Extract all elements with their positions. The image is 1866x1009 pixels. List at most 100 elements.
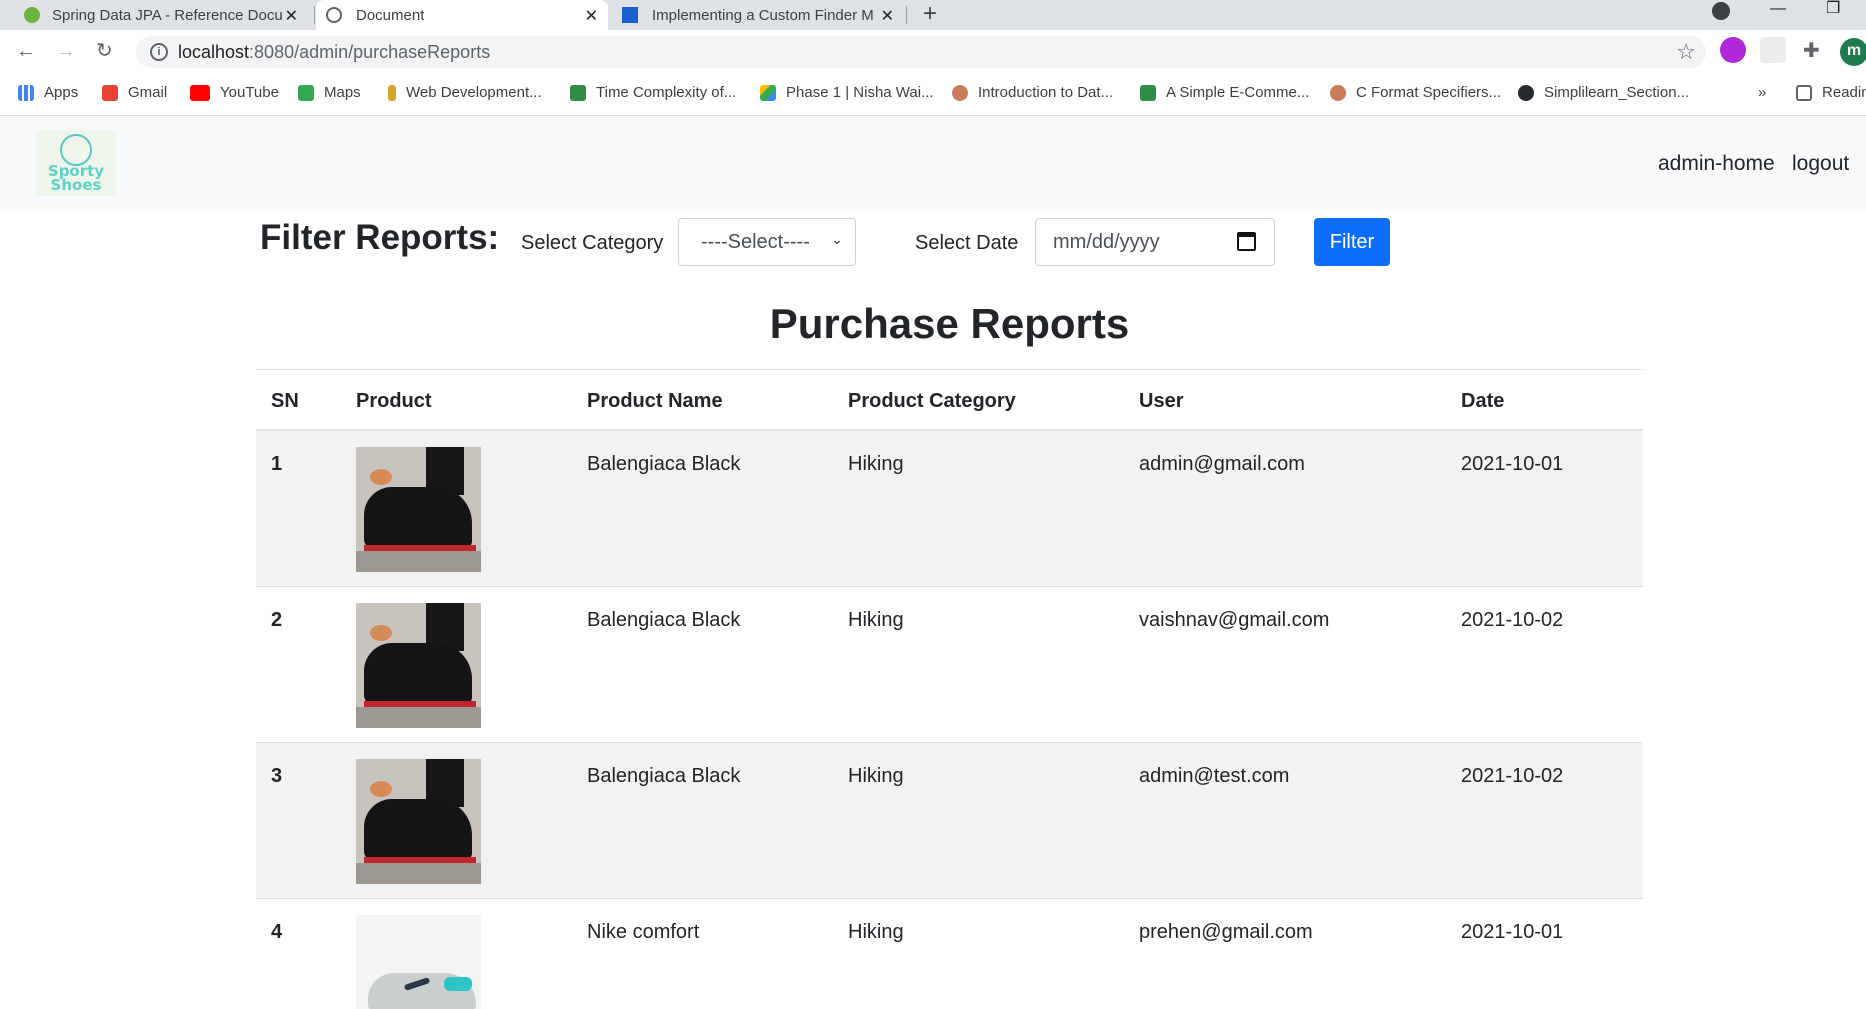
youtube-icon: [190, 84, 210, 101]
bookmark-label: Web Development...: [406, 84, 542, 101]
bookmark-star-icon[interactable]: ☆: [1676, 39, 1696, 65]
date-placeholder: mm/dd/yyyy: [1053, 231, 1160, 253]
nav-admin-home[interactable]: admin-home: [1658, 152, 1775, 176]
table-row: 4 Nike comfort Hiking prehen@gmail.com 2…: [256, 899, 1643, 1009]
browser-tab-bar: Spring Data JPA - Reference Docu ✕ Docum…: [0, 0, 1866, 30]
apps-grid-icon: [18, 84, 34, 101]
bookmark-time-complexity[interactable]: Time Complexity of...: [570, 84, 736, 101]
cell-sn: 1: [271, 453, 283, 475]
extension-icon[interactable]: [1760, 37, 1786, 63]
cell-product-name: Nike comfort: [587, 921, 700, 943]
extension-icon[interactable]: [1720, 37, 1746, 63]
tab-separator: [906, 6, 907, 24]
close-icon[interactable]: ✕: [585, 6, 598, 26]
table-row: 1 Balengiaca Black Hiking admin@gmail.co…: [256, 431, 1643, 587]
bookmark-gmail[interactable]: Gmail: [102, 84, 167, 101]
grid-icon: [622, 7, 638, 23]
table-header: SN Product Product Name Product Category…: [256, 370, 1643, 431]
maps-icon: [298, 84, 314, 101]
cell-sn: 2: [271, 609, 283, 631]
bookmark-site-icon: [388, 84, 396, 101]
table-row: 2 Balengiaca Black Hiking vaishnav@gmail…: [256, 587, 1643, 743]
globe-icon: [326, 7, 342, 23]
url-text: localhost:8080/admin/purchaseReports: [178, 42, 490, 63]
tab-title: Document: [356, 6, 425, 24]
bookmark-label: YouTube: [220, 84, 279, 101]
profile-avatar[interactable]: m: [1840, 38, 1866, 66]
category-label: Select Category: [521, 232, 664, 254]
cell-sn: 4: [271, 921, 283, 943]
calendar-icon[interactable]: [1237, 232, 1256, 251]
extensions-puzzle-icon[interactable]: ✚: [1803, 40, 1820, 62]
bookmark-label: Time Complexity of...: [596, 84, 737, 101]
cell-category: Hiking: [848, 765, 904, 787]
bookmark-simplilearn[interactable]: Simplilearn_Section...: [1518, 84, 1689, 101]
category-select-value: ----Select----: [701, 231, 810, 253]
back-icon[interactable]: ←: [16, 40, 36, 62]
date-input[interactable]: mm/dd/yyyy: [1035, 218, 1275, 266]
cell-product-name: Balengiaca Black: [587, 765, 741, 787]
reading-list-icon: [1796, 84, 1812, 101]
tab-title: Implementing a Custom Finder M: [652, 6, 874, 24]
new-tab-icon[interactable]: +: [923, 0, 937, 28]
url-path: :8080/admin/purchaseReports: [249, 42, 491, 62]
cell-date: 2021-10-01: [1461, 921, 1564, 943]
column-header-user: User: [1139, 390, 1184, 412]
bookmark-intro-dat[interactable]: Introduction to Dat...: [952, 84, 1113, 101]
bookmark-label: Maps: [324, 84, 361, 101]
column-header-sn: SN: [271, 390, 299, 412]
address-bar: ← → ↻ i localhost:8080/admin/purchaseRep…: [0, 30, 1866, 74]
category-select[interactable]: ----Select---- ⌄: [678, 218, 856, 266]
reading-list-label: Readin: [1822, 84, 1866, 101]
product-image: [356, 915, 481, 1009]
bookmark-apps[interactable]: Apps: [18, 84, 78, 101]
product-image: [356, 447, 481, 572]
minimize-icon[interactable]: —: [1770, 0, 1786, 18]
close-icon[interactable]: ✕: [285, 6, 298, 26]
url-input[interactable]: i localhost:8080/admin/purchaseReports ☆: [136, 36, 1706, 68]
nav-logout[interactable]: logout: [1792, 152, 1849, 176]
cell-date: 2021-10-01: [1461, 453, 1564, 475]
column-header-product-name: Product Name: [587, 390, 723, 412]
page-title: Purchase Reports: [769, 300, 1130, 347]
cell-date: 2021-10-02: [1461, 765, 1564, 787]
spring-leaf-icon: [24, 7, 40, 23]
avatar-icon: [1330, 84, 1346, 101]
reading-list[interactable]: Readin: [1796, 84, 1866, 101]
bookmark-phase1[interactable]: Phase 1 | Nisha Wai...: [760, 84, 934, 101]
tab-separator: [314, 6, 315, 24]
site-info-icon[interactable]: i: [150, 43, 168, 61]
bookmark-c-format[interactable]: C Format Specifiers...: [1330, 84, 1501, 101]
date-label: Select Date: [915, 232, 1019, 254]
bookmark-ecommerce[interactable]: A Simple E-Comme...: [1140, 84, 1309, 101]
cell-product-name: Balengiaca Black: [587, 453, 741, 475]
filter-button[interactable]: Filter: [1314, 218, 1390, 266]
cell-user: admin@test.com: [1139, 765, 1290, 787]
tab-spring-data[interactable]: Spring Data JPA - Reference Docu ✕: [18, 0, 308, 30]
site-navbar: Sporty Shoes admin-home logout: [0, 116, 1866, 211]
leaf-icon: [570, 84, 586, 101]
bookmark-maps[interactable]: Maps: [298, 84, 361, 101]
tab-document[interactable]: Document ✕: [316, 0, 608, 30]
forward-icon[interactable]: →: [56, 40, 76, 62]
avatar-icon: [952, 84, 968, 101]
bookmark-youtube[interactable]: YouTube: [190, 84, 279, 101]
restore-icon[interactable]: ❐: [1826, 0, 1840, 18]
bookmark-label: Apps: [44, 84, 79, 101]
more-bookmarks-icon[interactable]: »: [1758, 84, 1766, 101]
bookmark-web-development[interactable]: Web Development...: [388, 84, 542, 101]
cell-user: admin@gmail.com: [1139, 453, 1305, 475]
logo-text: Sporty Shoes: [47, 162, 105, 194]
reload-icon[interactable]: ↻: [96, 40, 113, 62]
product-image: [356, 603, 481, 728]
tab-search-icon[interactable]: [1712, 2, 1730, 20]
product-image: [356, 759, 481, 884]
cell-sn: 3: [271, 765, 283, 787]
tab-custom-finder[interactable]: Implementing a Custom Finder M ✕: [614, 0, 904, 30]
column-header-product-category: Product Category: [848, 390, 1016, 412]
cell-category: Hiking: [848, 453, 904, 475]
bookmark-label: Gmail: [128, 84, 168, 101]
close-icon[interactable]: ✕: [881, 6, 894, 26]
tab-title: Spring Data JPA - Reference Docu: [52, 6, 282, 24]
sporty-shoes-logo[interactable]: Sporty Shoes: [36, 130, 116, 196]
